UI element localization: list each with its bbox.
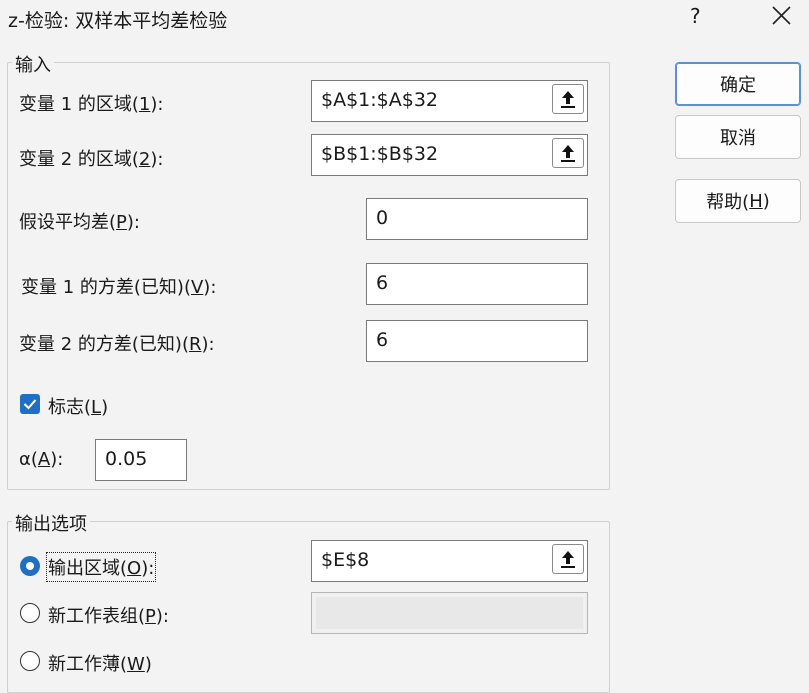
var1-input[interactable]: 6 [366,263,588,305]
cancel-button[interactable]: 取消 [675,115,801,159]
alpha-label: α(A): [19,449,64,470]
range1-input[interactable]: $A$1:$A$32 [311,80,588,122]
var2-label: 变量 2 的方差(已知)(R): [19,334,215,355]
range1-label: 变量 1 的区域(1): [19,94,164,115]
output-range-ref-button[interactable] [552,544,584,574]
output-range-radio[interactable] [20,556,40,576]
hyp-mean-input[interactable]: 0 [366,198,588,240]
collapse-dialog-arrow-icon [561,145,575,162]
var1-label: 变量 1 的方差(已知)(V): [21,277,217,298]
range2-input[interactable]: $B$1:$B$32 [311,134,588,176]
collapse-dialog-arrow-icon [561,551,575,568]
new-sheet-input [311,592,588,634]
output-group-legend: 输出选项 [12,510,90,536]
new-book-label[interactable]: 新工作薄(W) [48,650,152,676]
collapse-dialog-arrow-icon [561,91,575,108]
range2-ref-button[interactable] [552,138,584,168]
close-icon[interactable] [768,0,796,30]
hyp-mean-label: 假设平均差(P): [19,212,140,233]
ok-button[interactable]: 确定 [675,62,801,106]
checkmark-icon [23,399,37,410]
labels-checkbox-label[interactable]: 标志(L) [48,393,108,419]
range2-label: 变量 2 的区域(2): [19,149,164,170]
labels-checkbox[interactable] [20,394,40,414]
new-sheet-radio[interactable] [20,603,40,623]
help-question-icon[interactable]: ? [690,4,701,28]
output-range-label[interactable]: 输出区域(O): [45,552,157,582]
help-button[interactable]: 帮助(H) [675,179,801,223]
new-book-radio[interactable] [20,651,40,671]
var2-input[interactable]: 6 [366,320,588,362]
new-sheet-label[interactable]: 新工作表组(P): [48,602,169,628]
range1-ref-button[interactable] [552,84,584,114]
output-range-input[interactable]: $E$8 [311,540,588,582]
alpha-input[interactable]: 0.05 [95,439,187,481]
dialog-title: z-检验: 双样本平均差检验 [8,10,228,32]
input-group-legend: 输入 [12,51,54,77]
